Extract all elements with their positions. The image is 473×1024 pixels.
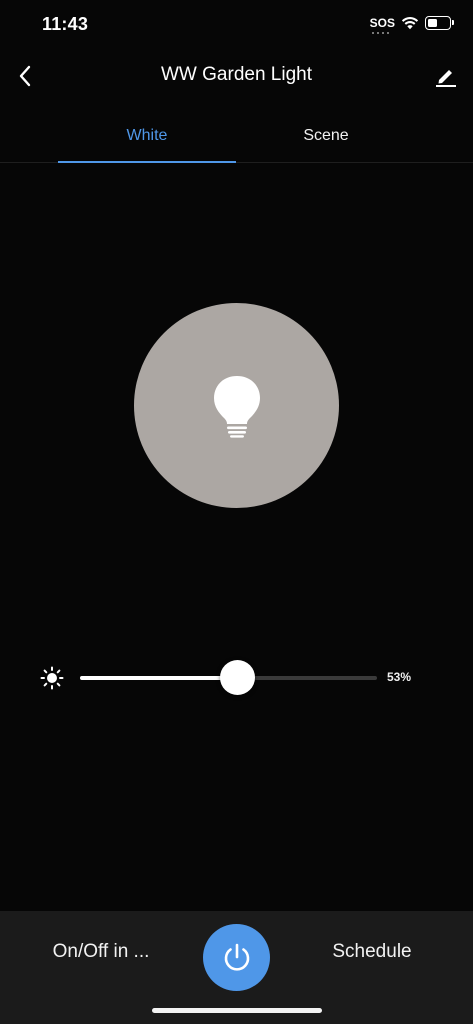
page-title: WW Garden Light bbox=[161, 64, 312, 85]
timer-button[interactable]: On/Off in ... bbox=[0, 941, 202, 963]
power-button[interactable] bbox=[203, 924, 270, 991]
tab-scene[interactable]: Scene bbox=[236, 110, 416, 162]
tab-bar: White Scene bbox=[0, 110, 473, 163]
light-toggle-circle[interactable] bbox=[134, 303, 339, 508]
lightbulb-icon bbox=[213, 375, 260, 438]
battery-fill bbox=[428, 19, 437, 27]
sun-icon bbox=[40, 666, 64, 690]
brightness-slider-thumb[interactable] bbox=[219, 660, 255, 695]
sos-label: SOS bbox=[369, 16, 395, 30]
edit-button[interactable] bbox=[433, 62, 459, 90]
home-indicator bbox=[152, 1008, 322, 1013]
power-icon bbox=[224, 943, 249, 971]
pencil-icon bbox=[436, 70, 456, 87]
active-tab-indicator bbox=[58, 161, 236, 163]
battery-icon bbox=[425, 16, 454, 30]
wifi-icon bbox=[401, 17, 419, 30]
brightness-value: 53% bbox=[387, 670, 412, 684]
status-icons: SOS bbox=[369, 16, 454, 34]
brightness-slider[interactable] bbox=[80, 660, 377, 695]
tab-white[interactable]: White bbox=[58, 110, 236, 162]
brightness-slider-fill bbox=[80, 676, 238, 680]
status-time: 11:43 bbox=[42, 14, 89, 34]
signal-dots-icon bbox=[371, 32, 390, 34]
sos-indicator: SOS bbox=[369, 16, 395, 34]
battery-cap bbox=[452, 20, 454, 25]
bottom-action-bar: On/Off in ... Schedule bbox=[0, 911, 473, 1024]
schedule-button[interactable]: Schedule bbox=[271, 941, 473, 963]
device-control-screen: 11:43 SOS WW Garden Light White Scene 53… bbox=[0, 0, 473, 1024]
